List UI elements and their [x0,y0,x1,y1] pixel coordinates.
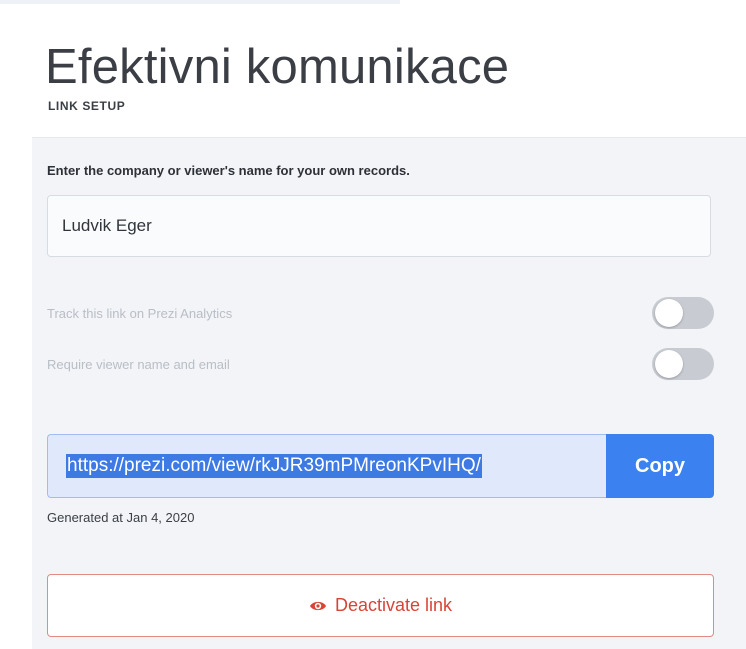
copy-link-button[interactable]: Copy [606,434,714,498]
section-label-link-setup: LINK SETUP [48,99,126,113]
share-link-field[interactable]: https://prezi.com/view/rkJJR39mPMreonKPv… [47,434,606,498]
name-field-prompt: Enter the company or viewer's name for y… [47,163,410,178]
deactivate-link-button[interactable]: Deactivate link [47,574,714,637]
track-analytics-row: Track this link on Prezi Analytics [47,297,714,331]
link-setup-page: Efektivni komunikace LINK SETUP Enter th… [0,0,746,649]
deactivate-link-label: Deactivate link [334,595,453,615]
require-viewer-info-toggle[interactable] [652,348,714,380]
require-viewer-info-label: Require viewer name and email [47,357,230,372]
share-link-url[interactable]: https://prezi.com/view/rkJJR39mPMreonKPv… [66,454,482,478]
toggle-knob [655,299,683,327]
toggle-knob [655,350,683,378]
generated-timestamp: Generated at Jan 4, 2020 [47,510,195,525]
require-viewer-info-row: Require viewer name and email [47,348,714,382]
page-title: Efektivni komunikace [45,39,510,94]
track-analytics-label: Track this link on Prezi Analytics [47,306,233,321]
eye-icon [309,601,326,610]
track-analytics-toggle[interactable] [652,297,714,329]
viewer-name-input[interactable] [47,195,711,257]
top-shade [0,0,400,4]
